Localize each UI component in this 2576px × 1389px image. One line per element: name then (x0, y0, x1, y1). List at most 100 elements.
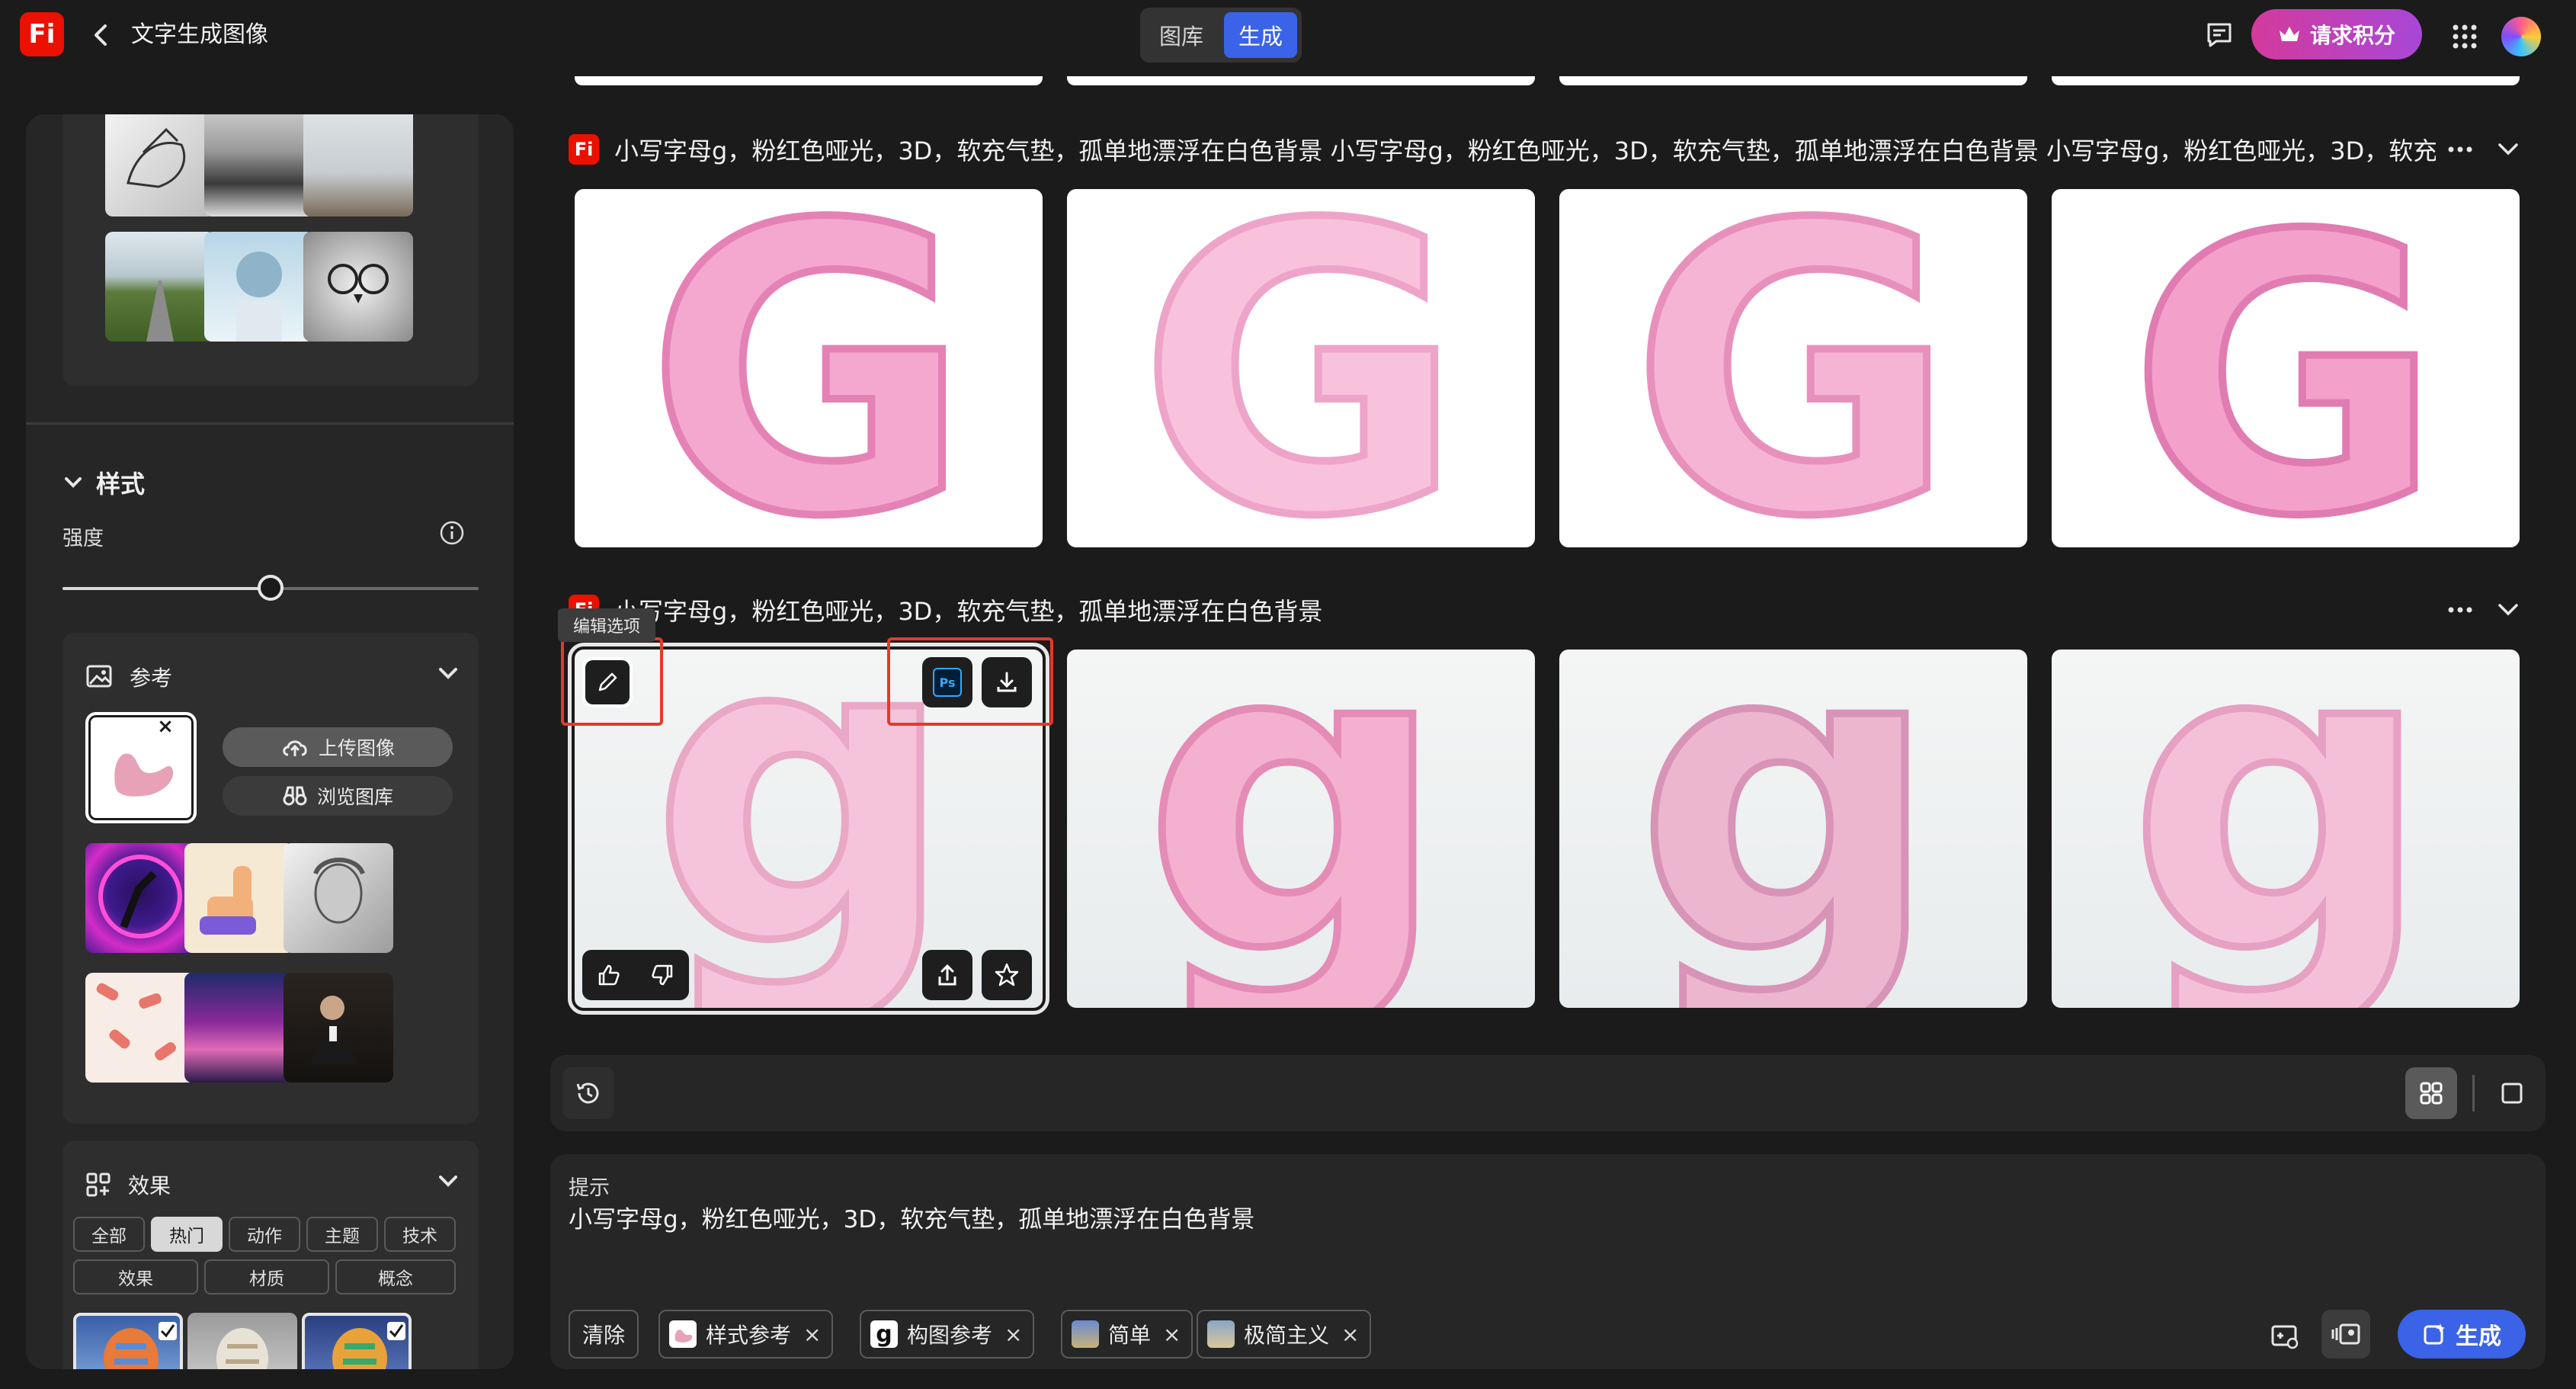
generated-image[interactable]: G (575, 189, 1043, 547)
effects-chip-concept[interactable]: 概念 (335, 1259, 456, 1294)
sample-thumb-owl[interactable] (303, 232, 413, 342)
result-prompt-text: 小写字母g，粉红色哑光，3D，软充气垫，孤单地漂浮在白色背景 小写字母g，粉红色… (614, 136, 2436, 165)
share-icon (938, 964, 956, 986)
history-bar (550, 1055, 2546, 1131)
generated-image[interactable]: G (1067, 189, 1535, 547)
effects-chip-effect[interactable]: 效果 (73, 1259, 198, 1294)
chevron-down-icon (65, 477, 82, 488)
tag-label: 简单 (1108, 1323, 1152, 1348)
reference-thumb-thumbsup[interactable] (184, 843, 294, 953)
chevron-down-icon[interactable] (2497, 602, 2520, 618)
history-button[interactable] (562, 1067, 614, 1119)
sample-thumb-room[interactable] (303, 114, 413, 217)
sample-thumb-road[interactable] (105, 232, 215, 342)
effects-chip-technique[interactable]: 技术 (384, 1217, 456, 1252)
balloon-letter: G (1631, 189, 1956, 547)
effect-thumb-balloon-3[interactable] (302, 1313, 412, 1369)
effects-panel: 效果 全部 热门 动作 主题 技术 效果 材质 概念 (62, 1140, 479, 1369)
effects-title: 效果 (128, 1173, 171, 1198)
info-icon[interactable] (439, 520, 465, 546)
chevron-down-icon[interactable] (437, 1174, 459, 1189)
back-arrow-icon[interactable] (90, 21, 114, 49)
generated-image[interactable]: G (1559, 189, 2027, 547)
remove-tag-icon[interactable]: × (1341, 1322, 1359, 1347)
tag-minimalism[interactable]: 极简主义 × (1197, 1310, 1372, 1359)
more-options-icon[interactable] (2445, 602, 2475, 618)
chevron-down-icon[interactable] (2497, 142, 2520, 157)
tag-composition-reference[interactable]: g 构图参考 × (860, 1310, 1035, 1359)
tab-gallery[interactable]: 图库 (1145, 12, 1218, 58)
reference-thumb-sculpture[interactable] (284, 843, 393, 953)
effects-chip-action[interactable]: 动作 (229, 1217, 300, 1252)
chevron-down-icon[interactable] (437, 666, 459, 682)
style-section-title: 样式 (96, 470, 146, 499)
remove-reference-icon[interactable]: × (155, 717, 175, 736)
effects-chip-all[interactable]: 全部 (73, 1217, 145, 1252)
thumbs-up-button[interactable] (582, 950, 636, 1000)
style-section-header[interactable]: 样式 (64, 465, 145, 500)
clear-label: 清除 (582, 1323, 626, 1348)
thumbs-down-icon (652, 964, 673, 986)
previous-result-edge (2052, 76, 2520, 85)
balloon-letter: g (1636, 650, 1941, 1008)
remove-tag-icon[interactable]: × (803, 1322, 821, 1347)
effects-chip-popular[interactable]: 热门 (151, 1217, 223, 1252)
prompt-panel: 提示 小写字母g，粉红色哑光，3D，软充气垫，孤单地漂浮在白色背景 清除 样式参… (550, 1154, 2546, 1369)
previous-result-edge (1067, 76, 1535, 85)
tag-thumb (669, 1320, 697, 1348)
prompt-input[interactable]: 小写字母g，粉红色哑光，3D，软充气垫，孤单地漂浮在白色背景 (569, 1200, 1254, 1234)
view-toggle-divider (2472, 1075, 2475, 1112)
aspect-ratio-icon[interactable] (2270, 1320, 2300, 1351)
tag-simple[interactable]: 简单 × (1061, 1310, 1193, 1359)
prompt-label: 提示 (569, 1176, 610, 1200)
generated-image[interactable]: g (1559, 650, 2027, 1008)
tab-generate[interactable]: 生成 (1224, 12, 1297, 58)
mode-switch: 图库 生成 (1140, 8, 1302, 63)
strength-slider-handle[interactable] (258, 575, 284, 601)
reference-thumb-portrait[interactable] (284, 973, 393, 1083)
firefly-badge: Fi (569, 134, 599, 165)
generated-image[interactable]: G (2052, 189, 2520, 547)
upload-image-button[interactable]: 上传图像 (223, 727, 453, 767)
tag-style-reference[interactable]: 样式参考 × (658, 1310, 834, 1359)
generate-button[interactable]: 生成 (2398, 1310, 2526, 1359)
effect-thumb-balloon-1[interactable] (73, 1313, 183, 1369)
effects-chip-theme[interactable]: 主题 (306, 1217, 378, 1252)
clear-button[interactable]: 清除 (569, 1310, 639, 1359)
grid-view-button[interactable] (2405, 1067, 2457, 1119)
reference-header[interactable]: 参考 (85, 662, 172, 692)
remove-tag-icon[interactable]: × (1004, 1322, 1022, 1347)
share-button[interactable] (922, 950, 972, 1000)
avatar[interactable] (2501, 17, 2541, 56)
feedback-icon[interactable] (2204, 20, 2235, 50)
selected-reference-image[interactable] (85, 712, 197, 823)
generate-label: 生成 (2456, 1323, 2501, 1350)
more-options-icon[interactable] (2445, 142, 2475, 157)
sample-thumb-sphere[interactable] (204, 232, 314, 342)
thumbs-down-button[interactable] (636, 950, 689, 1000)
favorite-button[interactable] (982, 950, 1032, 1000)
effect-thumb-balloon-2[interactable] (187, 1313, 297, 1369)
binoculars-icon (283, 786, 307, 806)
effects-header[interactable]: 效果 (85, 1169, 171, 1200)
reference-thumb-neon[interactable] (85, 843, 195, 953)
reference-thumb-clouds[interactable] (184, 973, 294, 1083)
effects-chip-material[interactable]: 材质 (204, 1259, 329, 1294)
credits-label: 请求积分 (2309, 23, 2395, 48)
request-credits-button[interactable]: 请求积分 (2251, 9, 2422, 59)
remove-tag-icon[interactable]: × (1163, 1322, 1181, 1347)
generated-image[interactable]: g (1067, 650, 1535, 1008)
reference-thumb-pattern[interactable] (85, 973, 195, 1083)
sample-thumb-bird[interactable] (105, 114, 215, 217)
generated-image[interactable]: g (2052, 650, 2520, 1008)
app-logo[interactable]: Fi (20, 12, 64, 56)
history-icon (576, 1083, 599, 1104)
highlight-box (887, 637, 1053, 726)
content-type-button[interactable] (2321, 1310, 2370, 1359)
browse-gallery-button[interactable]: 浏览图库 (223, 776, 453, 816)
sample-thumb-landscape[interactable] (204, 114, 314, 217)
app-grid-icon[interactable] (2451, 23, 2478, 50)
single-view-button[interactable] (2486, 1067, 2538, 1119)
balloon-letter: G (646, 189, 972, 547)
thumbs-up-icon (598, 964, 620, 986)
